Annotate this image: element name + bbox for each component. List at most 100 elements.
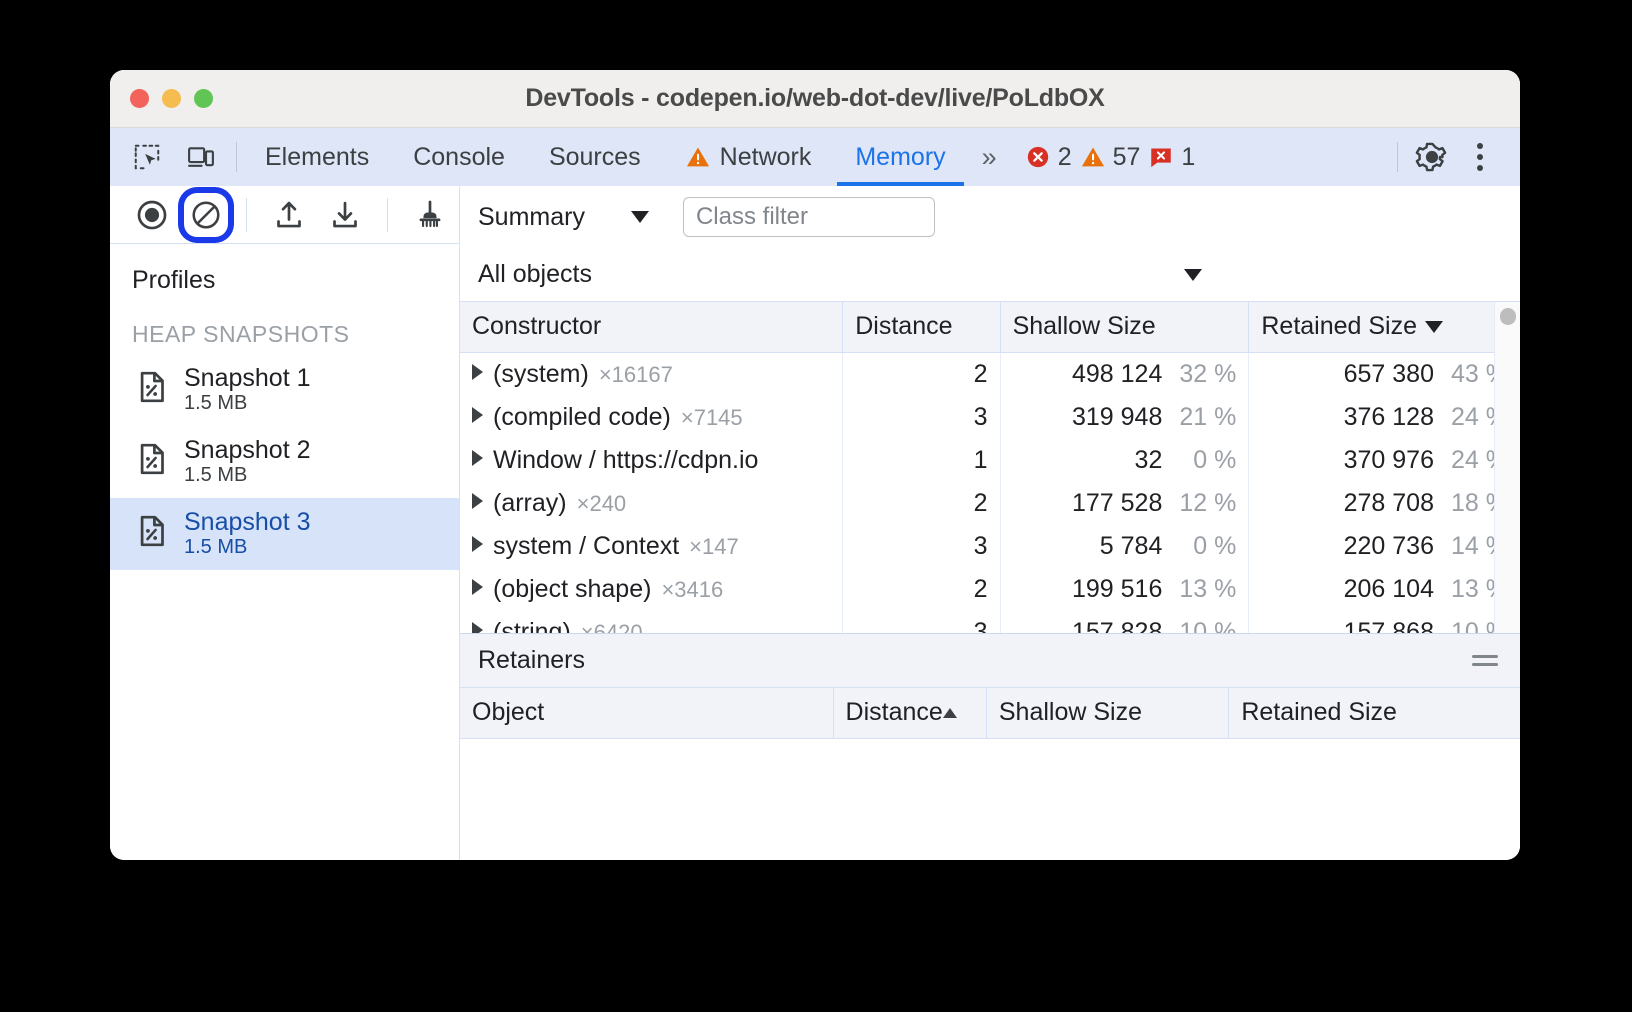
column-header-object[interactable]: Object [460,688,833,739]
hamburger-menu-icon[interactable] [1472,655,1498,666]
constructor-name: (string) [493,618,571,635]
table-row[interactable]: (array)×240 2 177 52812 % 278 70818 % [460,482,1520,525]
error-count: 2 [1058,143,1072,172]
column-header-distance[interactable]: Distance [833,688,986,739]
table-row[interactable]: (string)×6420 3 157 82810 % 157 86810 % [460,611,1520,635]
expand-triangle-icon[interactable] [472,364,483,380]
sidebar-item-snapshot-2[interactable]: Snapshot 2 1.5 MB [110,426,459,498]
constructor-name: (system) [493,360,589,388]
expand-triangle-icon[interactable] [472,493,483,509]
upload-arrow-icon[interactable] [265,191,313,239]
column-header-retained-size[interactable]: Retained Size [1229,688,1520,739]
expand-triangle-icon[interactable] [472,622,483,635]
constructors-table-container: Constructor Distance Shallow Size Retain… [460,302,1520,634]
profile-toolbar [110,186,459,244]
tab-elements[interactable]: Elements [243,128,391,186]
tabbar-left-icons [110,128,230,186]
cell-shallow-size: 320 % [1000,439,1249,482]
memory-main-panel: Summary All objects Constructor Distance… [460,186,1520,860]
minimize-window-button[interactable] [162,89,181,108]
view-type-select[interactable]: Summary [478,203,659,232]
maximize-window-button[interactable] [194,89,213,108]
cell-distance: 3 [843,611,1000,635]
shallow-size-value: 5 784 [1100,532,1163,560]
warning-count-badge[interactable]: 57 [1080,143,1141,172]
expand-triangle-icon[interactable] [472,450,483,466]
download-arrow-icon[interactable] [321,191,369,239]
tab-console[interactable]: Console [391,128,527,186]
status-badges: 2 57 1 [1011,128,1204,186]
cell-constructor[interactable]: Window / https://cdpn.io [460,439,843,482]
tab-sources[interactable]: Sources [527,128,663,186]
cell-constructor[interactable]: (system) ×16167 [460,353,843,396]
scrollbar-thumb[interactable] [1500,308,1516,325]
cell-constructor[interactable]: (compiled code)×7145 [460,396,843,439]
shallow-size-pct: 32 % [1162,360,1236,389]
more-tabs-icon[interactable]: » [968,128,1011,186]
shallow-size-value: 32 [1135,446,1163,474]
gear-icon[interactable] [1410,135,1454,179]
cell-shallow-size: 319 94821 % [1000,396,1249,439]
column-header-shallow-size[interactable]: Shallow Size [1000,302,1249,353]
shallow-size-pct: 13 % [1162,575,1236,604]
constructor-name: (compiled code) [493,403,671,431]
sort-descending-icon [1425,321,1443,333]
cell-constructor[interactable]: (array)×240 [460,482,843,525]
sidebar-item-snapshot-1[interactable]: Snapshot 1 1.5 MB [110,354,459,426]
constructor-name: system / Context [493,532,679,560]
table-row[interactable]: system / Context×147 3 5 7840 % 220 7361… [460,525,1520,568]
retainers-table-container: Object Distance Shallow Size Retained Si… [460,688,1520,860]
issue-count-badge[interactable]: 1 [1148,143,1195,172]
cell-constructor[interactable]: system / Context ×147 [460,525,843,568]
issue-count: 1 [1181,143,1195,172]
cell-retained-size: 220 73614 % [1249,525,1520,568]
column-header-shallow-size[interactable]: Shallow Size [986,688,1228,739]
retained-size-value: 657 380 [1344,360,1434,388]
broom-icon[interactable] [406,191,454,239]
shallow-size-value: 157 828 [1072,618,1162,635]
sidebar-item-snapshot-3[interactable]: Snapshot 3 1.5 MB [110,498,459,570]
warning-triangle-icon [685,144,711,170]
record-circle-icon[interactable] [128,191,176,239]
constructor-name: Window / https://cdpn.io [493,446,758,474]
column-header-distance[interactable]: Distance [843,302,1000,353]
table-row[interactable]: (object shape)×3416 2 199 51613 % 206 10… [460,568,1520,611]
class-filter-input[interactable] [683,197,935,237]
snapshot-file-icon [134,513,170,554]
error-count-badge[interactable]: 2 [1025,143,1072,172]
cell-retained-size: 376 12824 % [1249,396,1520,439]
expand-triangle-icon[interactable] [472,579,483,595]
table-vertical-scrollbar[interactable] [1494,302,1520,633]
close-window-button[interactable] [130,89,149,108]
cell-constructor[interactable]: (string)×6420 [460,611,843,635]
expand-triangle-icon[interactable] [472,536,483,552]
column-header-constructor[interactable]: Constructor [460,302,843,353]
inspect-element-icon[interactable] [128,138,166,176]
tab-memory[interactable]: Memory [833,128,967,186]
cell-retained-size: 370 97624 % [1249,439,1520,482]
table-row[interactable]: Window / https://cdpn.io 1 320 % 370 976… [460,439,1520,482]
device-toolbar-icon[interactable] [182,138,220,176]
retainers-header: Retainers [460,634,1520,688]
table-row[interactable]: (compiled code)×7145 3 319 94821 % 376 1… [460,396,1520,439]
retained-size-value: 376 128 [1344,403,1434,431]
cell-retained-size: 657 38043 % [1249,353,1520,396]
instance-count: ×147 [689,534,739,559]
tabbar-divider [236,142,237,172]
no-entry-circle-icon[interactable] [184,193,228,237]
cell-shallow-size: 157 82810 % [1000,611,1249,635]
scope-select[interactable]: All objects [460,248,1520,302]
expand-triangle-icon[interactable] [472,407,483,423]
chevron-down-icon [631,211,649,223]
traffic-lights [130,89,213,108]
tab-network[interactable]: Network [663,128,834,186]
constructors-table-body: (system)×16167 2 498 12432 % 657 38043 %… [460,353,1520,635]
retained-size-value: 206 104 [1344,575,1434,603]
instance-count: ×16167 [599,362,673,387]
three-dots-vertical-icon[interactable] [1458,135,1502,179]
cell-constructor[interactable]: (object shape)×3416 [460,568,843,611]
column-header-retained-size[interactable]: Retained Size [1249,302,1520,353]
warning-count: 57 [1113,143,1141,172]
cell-distance: 3 [843,396,1000,439]
table-row[interactable]: (system)×16167 2 498 12432 % 657 38043 % [460,353,1520,396]
